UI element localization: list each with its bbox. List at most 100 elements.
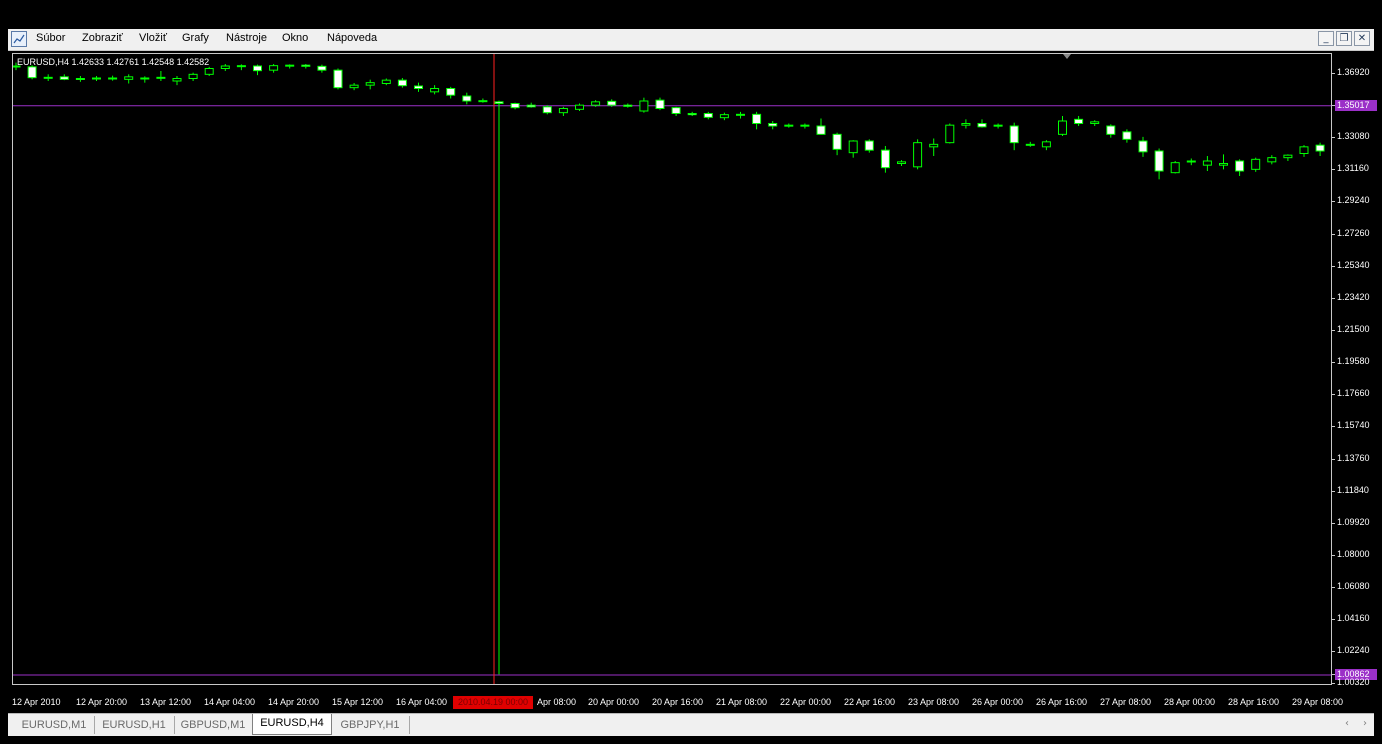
candle-body-up: [1090, 121, 1100, 125]
price-axis-label: 1.19580: [1337, 356, 1370, 366]
price-axis-tick: [1332, 169, 1335, 170]
price-axis-tick: [1332, 587, 1335, 588]
candle-body-up: [188, 73, 198, 80]
candle-body-down: [977, 123, 987, 128]
price-axis-label: 1.27260: [1337, 228, 1370, 238]
tabs-scroll-right-icon[interactable]: ›: [1363, 718, 1367, 729]
candle-body-down: [1074, 118, 1084, 125]
minimize-button[interactable]: _: [1318, 31, 1334, 46]
candle-body-down: [301, 64, 311, 67]
menu-window[interactable]: Okno: [282, 32, 308, 44]
candle-body-up: [897, 161, 906, 165]
tab-gbpjpy-h1[interactable]: GBPJPY,H1: [331, 716, 410, 734]
candle-body-down: [1235, 160, 1245, 172]
candle-body-down: [542, 106, 552, 114]
candle-body-down: [1138, 140, 1148, 153]
time-axis-label: 29 Apr 08:00: [1292, 697, 1344, 707]
price-axis-label: 1.36920: [1337, 67, 1370, 77]
price-axis-label: 1.06080: [1337, 581, 1370, 591]
candle-body-down: [784, 124, 794, 127]
menu-tools[interactable]: Nástroje: [226, 32, 267, 44]
menu-bar: Súbor Zobraziť Vložiť Grafy Nástroje Okn…: [8, 29, 1374, 51]
candle-body-down: [752, 113, 762, 124]
price-axis-label: 1.29240: [1337, 195, 1370, 205]
menu-view[interactable]: Zobraziť: [82, 32, 123, 44]
shift-marker-icon: [1063, 54, 1071, 59]
candle-body-up: [349, 84, 359, 89]
candle-body-up: [220, 65, 230, 69]
price-axis-label: 1.13760: [1337, 453, 1370, 463]
candle-body-up: [1299, 146, 1309, 155]
candle-body-up: [848, 140, 858, 154]
price-axis-label: 1.33080: [1337, 131, 1370, 141]
price-axis-label: 1.25340: [1337, 260, 1370, 270]
candle-body-up: [1219, 163, 1228, 166]
candle-body-up: [719, 114, 729, 119]
candle-body-up: [1058, 120, 1067, 135]
price-axis-tick: [1332, 266, 1335, 267]
candle-body-up: [236, 65, 246, 68]
tab-eurusd-h4[interactable]: EURUSD,H4: [252, 714, 332, 735]
menu-charts[interactable]: Grafy: [182, 32, 209, 44]
tab-eurusd-h1[interactable]: EURUSD,H1: [94, 716, 175, 734]
price-axis-tick: [1332, 459, 1335, 460]
chart-window-icon[interactable]: [11, 31, 27, 47]
candle-body-up: [929, 143, 939, 148]
price-axis-label: 1.15740: [1337, 420, 1370, 430]
close-button[interactable]: ✕: [1354, 31, 1370, 46]
time-axis-label: Apr 08:00: [537, 697, 577, 707]
candle-body-up: [591, 101, 601, 106]
candle-body-up: [285, 64, 295, 67]
candle-body-up: [204, 68, 214, 75]
candle-body-up: [43, 76, 53, 79]
tabs-scroll-left-icon[interactable]: ‹: [1345, 718, 1349, 729]
menu-insert[interactable]: Vložiť: [139, 32, 167, 44]
candle-body-down: [494, 101, 504, 104]
time-axis-label: 16 Apr 04:00: [396, 697, 448, 707]
candle-body-down: [703, 113, 713, 118]
menu-file[interactable]: Súbor: [36, 32, 65, 44]
candle-body-up: [92, 77, 101, 80]
time-axis-label: 26 Apr 16:00: [1036, 697, 1088, 707]
candle-body-down: [317, 65, 327, 71]
price-axis-label: 1.31160: [1337, 163, 1369, 173]
restore-button[interactable]: ❐: [1336, 31, 1352, 46]
menu-help[interactable]: Nápoveda: [327, 32, 377, 44]
candle-body-up: [575, 104, 584, 110]
chart-tabs-bar: EURUSD,M1 EURUSD,H1 GBPUSD,M1 EURUSD,H4 …: [8, 713, 1374, 736]
price-axis-tick: [1332, 555, 1335, 556]
price-axis-tick: [1332, 330, 1335, 331]
candlestick-chart: [13, 54, 1331, 684]
price-axis-label: 1.04160: [1337, 613, 1370, 623]
time-axis-label: 13 Apr 12:00: [140, 697, 192, 707]
candle-body-down: [414, 85, 423, 89]
price-axis-tick: [1332, 619, 1335, 620]
time-axis[interactable]: 2010.04.19 00:00 12 Apr 2010 12 Apr 20:00…: [0, 695, 1382, 713]
candle-body-up: [75, 78, 85, 80]
candle-body-down: [446, 88, 456, 96]
price-axis-label: 1.11840: [1337, 485, 1369, 495]
candle-body-down: [253, 65, 262, 72]
tab-eurusd-m1[interactable]: EURUSD,M1: [14, 716, 95, 734]
candle-body-down: [462, 95, 472, 102]
candle-body-up: [365, 82, 375, 86]
candle-body-up: [140, 77, 150, 80]
candle-body-down: [768, 123, 778, 127]
price-axis-tick: [1332, 651, 1335, 652]
price-axis-label: 1.21500: [1337, 324, 1370, 334]
time-axis-label: 20 Apr 16:00: [652, 697, 704, 707]
time-axis-label: 28 Apr 16:00: [1228, 697, 1280, 707]
price-axis-tick: [1332, 523, 1335, 524]
time-axis-label: 22 Apr 16:00: [844, 697, 896, 707]
time-axis-label: 23 Apr 08:00: [908, 697, 960, 707]
price-axis-tick: [1332, 491, 1335, 492]
candle-body-down: [1009, 125, 1019, 144]
price-axis[interactable]: 1.36920 1.35017 1.33080 1.31160 1.29240 1.272…: [1332, 53, 1382, 703]
price-axis-tick: [1332, 673, 1335, 675]
candle-body-up: [736, 113, 745, 116]
candle-body-up: [124, 76, 134, 80]
price-axis-tick: [1332, 683, 1335, 684]
tab-gbpusd-m1[interactable]: GBPUSD,M1: [174, 716, 253, 734]
chart-canvas[interactable]: [12, 53, 1332, 685]
time-axis-label: 27 Apr 08:00: [1100, 697, 1152, 707]
